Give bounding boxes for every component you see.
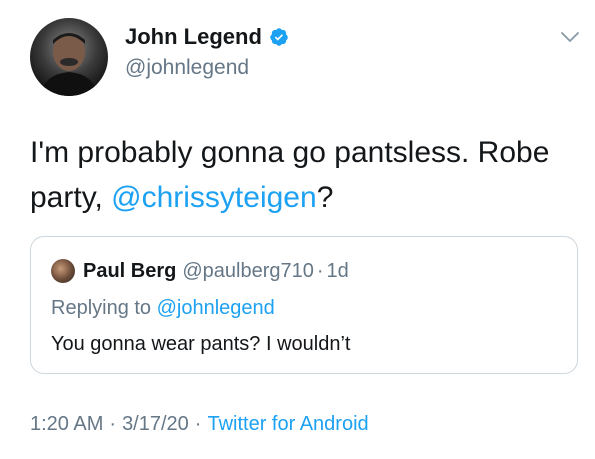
meta-separator: · bbox=[194, 413, 202, 435]
replying-to-line: Replying to @johnlegend bbox=[51, 297, 275, 320]
tweet-date[interactable]: 3/17/20 bbox=[122, 413, 189, 436]
quoted-author-name[interactable]: Paul Berg bbox=[83, 260, 176, 283]
replying-to-link[interactable]: @johnlegend bbox=[157, 297, 275, 319]
tweet-text: I'm probably gonna go pantsless. Robe pa… bbox=[30, 130, 580, 220]
author-handle[interactable]: @johnlegend bbox=[125, 56, 249, 80]
verified-badge-icon bbox=[270, 28, 288, 46]
tweet-text-end: ? bbox=[316, 181, 334, 214]
quoted-tweet-header: Paul Berg @paulberg710 · 1d bbox=[51, 259, 349, 283]
tweet-source-link[interactable]: Twitter for Android bbox=[207, 413, 368, 436]
tweet-time[interactable]: 1:20 AM bbox=[30, 413, 103, 436]
author-display-name[interactable]: John Legend bbox=[125, 24, 262, 50]
tweet-mention-link[interactable]: @chrissyteigen bbox=[111, 181, 317, 214]
chevron-down-icon[interactable] bbox=[560, 30, 580, 44]
author-avatar[interactable] bbox=[30, 18, 108, 96]
quoted-tweet-text: You gonna wear pants? I wouldn’t bbox=[51, 333, 351, 355]
meta-separator: · bbox=[109, 413, 117, 435]
quoted-separator: · bbox=[316, 259, 324, 282]
tweet-meta: 1:20 AM · 3/17/20 · Twitter for Android bbox=[30, 413, 369, 436]
quoted-tweet-card[interactable]: Paul Berg @paulberg710 · 1d Replying to … bbox=[30, 236, 578, 374]
quoted-author-avatar[interactable] bbox=[51, 259, 75, 283]
replying-to-prefix: Replying to bbox=[51, 297, 157, 319]
author-avatar-image bbox=[40, 33, 98, 96]
author-name-row: John Legend bbox=[125, 24, 289, 50]
quoted-timestamp[interactable]: 1d bbox=[327, 260, 349, 283]
quoted-author-handle[interactable]: @paulberg710 bbox=[182, 260, 314, 283]
